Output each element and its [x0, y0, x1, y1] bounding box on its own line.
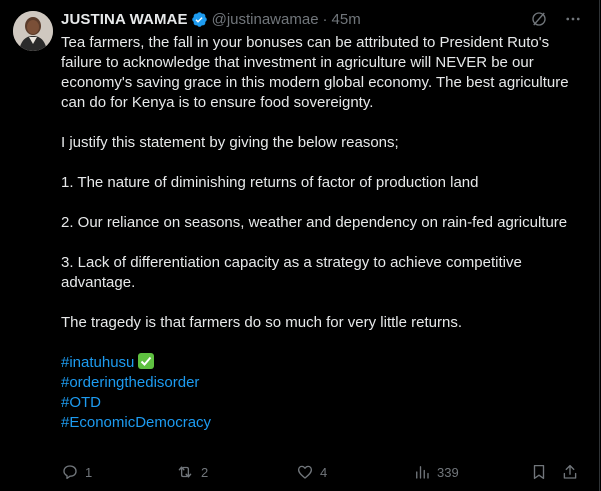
check-mark-emoji [138, 353, 155, 369]
avatar-image [13, 11, 53, 51]
action-bar: 1 2 4 339 [61, 462, 581, 482]
repost-button[interactable]: 2 [175, 462, 208, 482]
tweet-text: Tea farmers, the fall in your bonuses ca… [61, 33, 581, 433]
author-handle[interactable]: @justinawamae [212, 11, 319, 28]
hashtag-link[interactable]: #EconomicDemocracy [61, 413, 581, 433]
like-button[interactable]: 4 [296, 462, 327, 482]
like-count: 4 [320, 464, 328, 480]
reply-count: 1 [85, 464, 93, 480]
tweet-header: JUSTINA WAMAE @justinawamae · 45m [61, 9, 361, 29]
views-button[interactable]: 339 [413, 462, 459, 482]
timestamp[interactable]: 45m [332, 11, 361, 28]
tweet-paragraph: 3. Lack of differentiation capacity as a… [61, 254, 522, 291]
share-button[interactable] [561, 462, 579, 482]
tweet[interactable]: JUSTINA WAMAE @justinawamae · 45m Tea fa… [0, 0, 600, 491]
tweet-top-actions [529, 9, 583, 29]
share-icon [563, 464, 577, 479]
repost-icon [178, 466, 192, 478]
like-icon [297, 465, 313, 479]
reply-icon [63, 465, 77, 480]
tweet-paragraph: 1. The nature of diminishing returns of … [61, 174, 479, 191]
verified-badge-icon[interactable] [191, 11, 208, 28]
author-name[interactable]: JUSTINA WAMAE [61, 11, 188, 28]
grok-icon[interactable] [529, 9, 549, 29]
views-icon [416, 466, 429, 479]
tweet-paragraph: The tragedy is that farmers do so much f… [61, 314, 462, 331]
tweet-paragraph: Tea farmers, the fall in your bonuses ca… [61, 34, 569, 111]
avatar[interactable] [13, 11, 53, 51]
repost-count: 2 [201, 464, 209, 480]
bookmark-button[interactable] [530, 462, 548, 482]
tweet-paragraph: I justify this statement by giving the b… [61, 134, 399, 151]
tweet-paragraph: 2. Our reliance on seasons, weather and … [61, 214, 568, 231]
more-icon[interactable] [563, 9, 583, 29]
separator-dot: · [322, 10, 328, 28]
bookmark-icon [533, 464, 545, 480]
reply-button[interactable]: 1 [61, 462, 92, 482]
hashtag-link[interactable]: #OTD [61, 393, 581, 413]
hashtag-link[interactable]: #orderingthedisorder [61, 373, 581, 393]
hashtag-row: #inatuhusu [61, 353, 581, 373]
views-count: 339 [437, 464, 459, 480]
hashtag-link[interactable]: #inatuhusu [61, 354, 134, 371]
